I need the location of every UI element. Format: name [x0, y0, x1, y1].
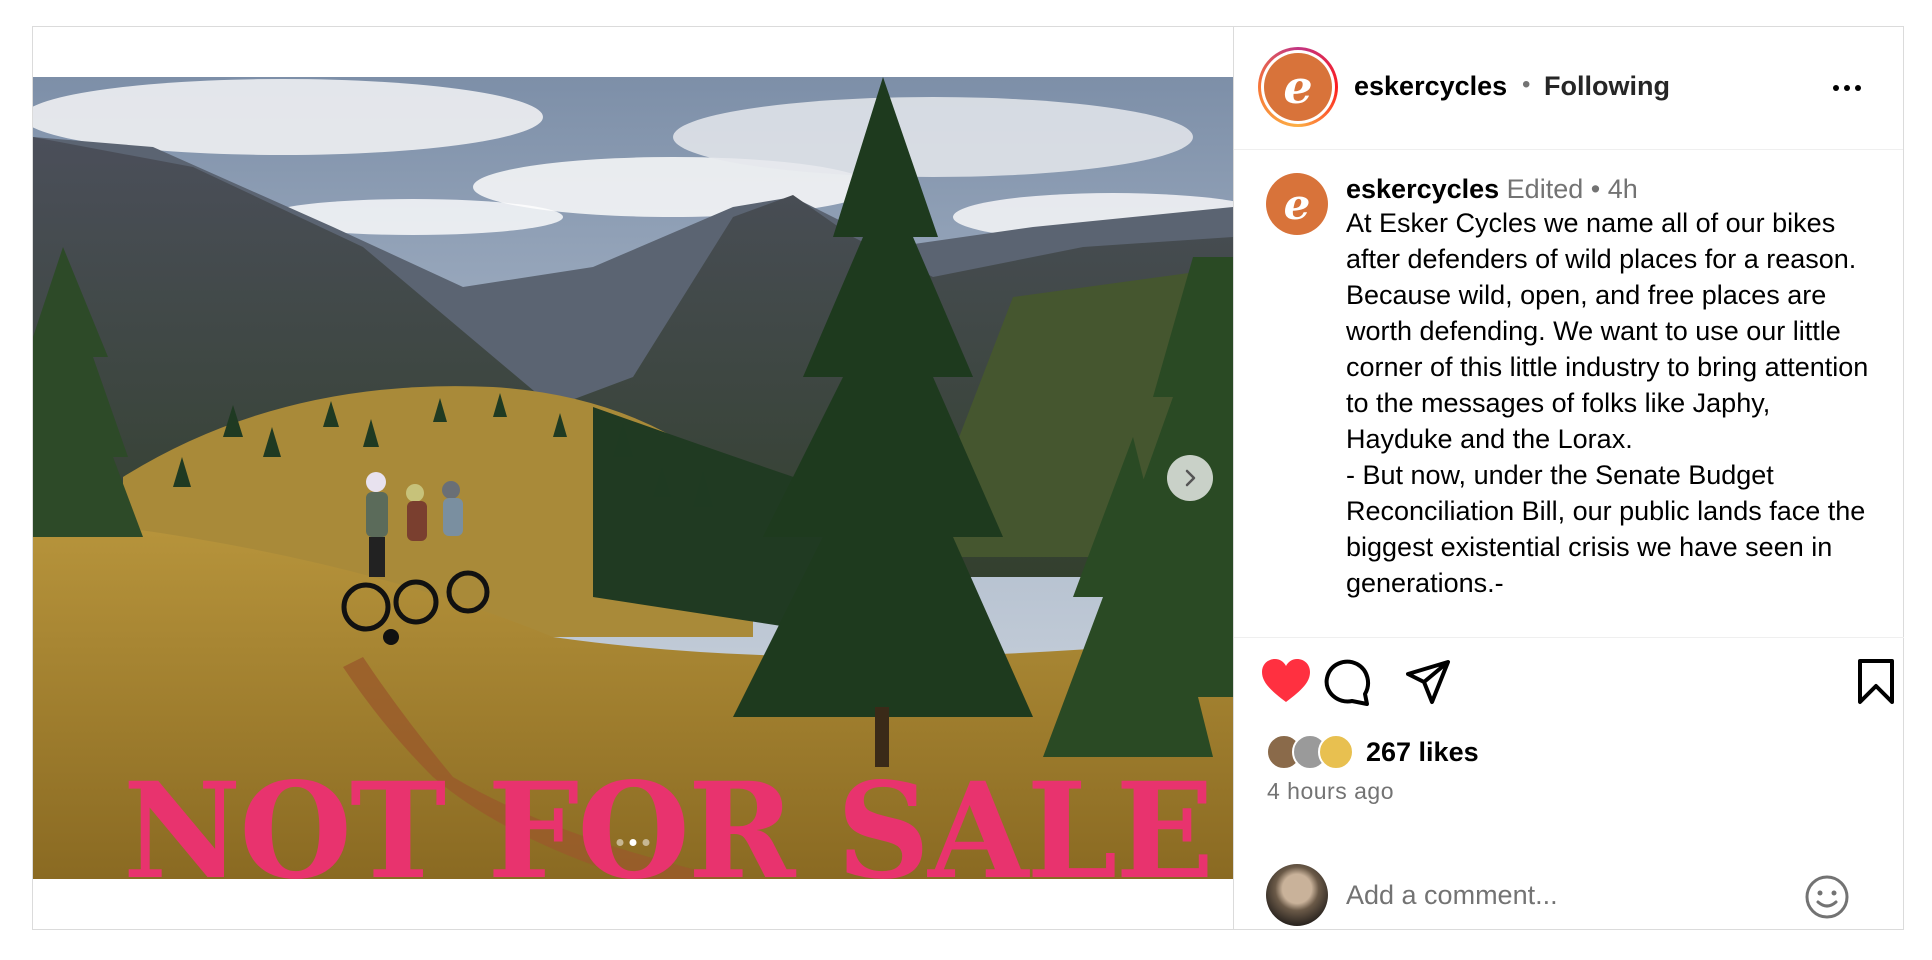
- carousel-indicator: [616, 839, 650, 846]
- caption: e eskercycles Edited • 4h At Esker Cycle…: [1234, 149, 1904, 637]
- more-dot: [1844, 85, 1850, 91]
- save-button[interactable]: [1856, 658, 1896, 711]
- carousel-dot: [642, 839, 650, 846]
- post-actions: 267 likes 4 hours ago: [1234, 637, 1904, 930]
- caption-separator: •: [1590, 174, 1601, 204]
- edited-label: Edited: [1506, 174, 1584, 204]
- share-button[interactable]: [1404, 658, 1452, 711]
- caption-username[interactable]: eskercycles: [1346, 174, 1499, 204]
- following-button[interactable]: Following: [1544, 71, 1670, 102]
- more-horizontal-icon: [1833, 85, 1839, 91]
- likes-count[interactable]: 267 likes: [1366, 737, 1479, 768]
- caption-time: 4h: [1607, 174, 1638, 204]
- chevron-right-icon: [1185, 469, 1196, 487]
- current-user-avatar: [1266, 864, 1328, 926]
- heart-icon: [1262, 659, 1310, 702]
- post-card: NOT FOR SALE e eskercycles • Following e: [32, 26, 1904, 930]
- liker-avatar[interactable]: [1318, 734, 1354, 770]
- caption-text: At Esker Cycles we name all of our bikes…: [1346, 208, 1869, 598]
- not-for-sale-banner: NOT FOR SALE: [123, 754, 1214, 880]
- emoji-icon[interactable]: [1804, 874, 1850, 920]
- comment-icon: [1324, 659, 1371, 706]
- post-photo[interactable]: NOT FOR SALE: [33, 77, 1233, 879]
- bookmark-icon: [1858, 659, 1894, 704]
- share-icon: [1406, 660, 1450, 704]
- comment-button[interactable]: [1324, 658, 1372, 711]
- caption-avatar[interactable]: e: [1266, 173, 1328, 235]
- carousel-next-button[interactable]: [1167, 455, 1213, 501]
- like-button[interactable]: [1260, 658, 1312, 711]
- post-header: e eskercycles • Following: [1234, 27, 1903, 150]
- carousel-dot: [629, 839, 637, 846]
- caption-meta: eskercycles Edited • 4h: [1346, 173, 1638, 205]
- more-dot: [1855, 85, 1861, 91]
- post-media: NOT FOR SALE: [33, 27, 1233, 929]
- post-details-pane: e eskercycles • Following e eskercycles …: [1233, 27, 1904, 930]
- comment-composer: [1234, 858, 1904, 930]
- esker-logo-icon: e: [1264, 53, 1332, 121]
- header-separator: •: [1522, 71, 1531, 98]
- story-avatar[interactable]: e: [1258, 47, 1338, 127]
- likes-row: 267 likes: [1266, 732, 1479, 772]
- header-username[interactable]: eskercycles: [1354, 71, 1507, 102]
- post-timestamp[interactable]: 4 hours ago: [1267, 778, 1394, 805]
- carousel-dot: [616, 839, 624, 846]
- more-options-button[interactable]: [1827, 73, 1867, 103]
- comment-input[interactable]: [1344, 872, 1788, 918]
